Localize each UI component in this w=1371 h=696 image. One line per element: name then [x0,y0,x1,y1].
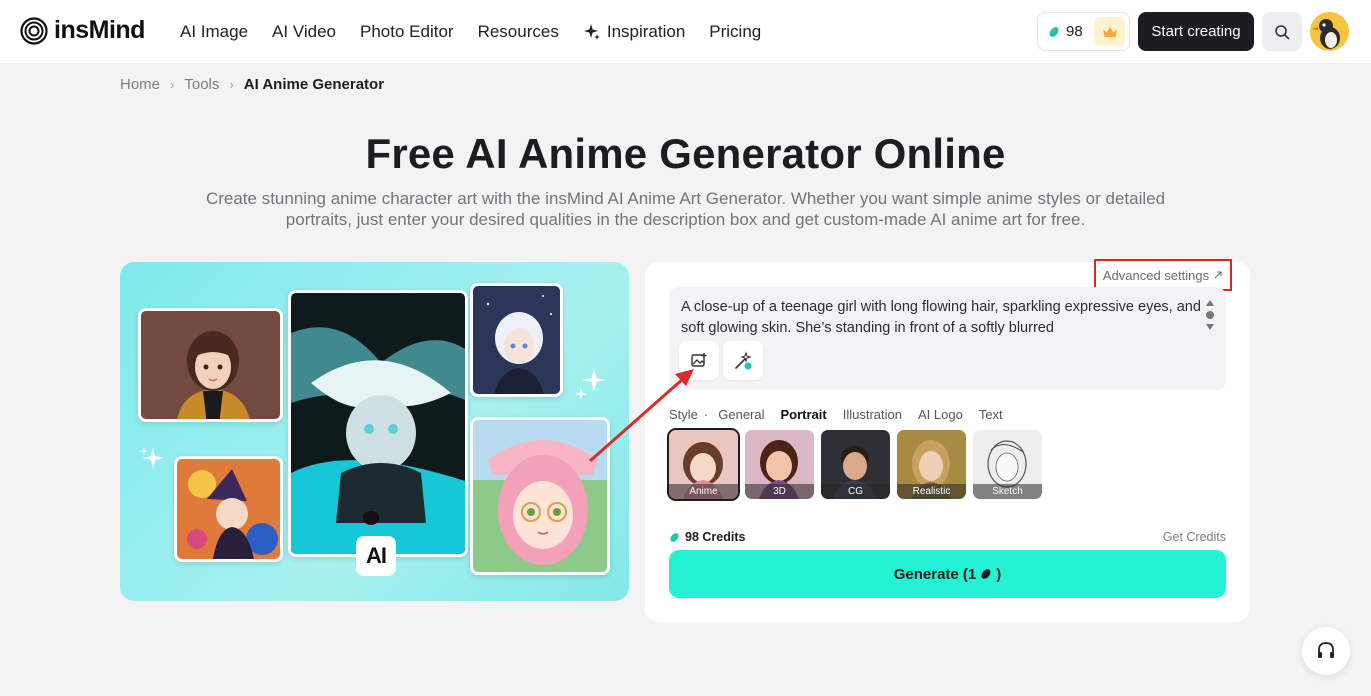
style-tabs: Style · General Portrait Illustration AI… [669,407,1019,422]
customer-support-button[interactable] [1302,627,1350,675]
start-creating-button[interactable]: Start creating [1138,12,1254,51]
chevron-right-icon: › [170,77,175,92]
style-caption: 3D [745,484,814,499]
external-arrow-icon [1214,271,1222,279]
tab-text[interactable]: Text [979,407,1003,422]
style-caption: Anime [669,484,738,499]
sample-image-pink-hair-girl [470,417,610,575]
credit-drop-icon [670,532,679,542]
nav-photo-editor[interactable]: Photo Editor [360,20,454,44]
logo[interactable]: insMind [20,16,145,45]
get-credits-link[interactable]: Get Credits [1163,530,1226,544]
image-add-icon [691,352,707,367]
ai-badge: AI [356,536,396,576]
nav-label: AI Video [272,22,337,41]
chevron-right-icon: › [229,77,234,92]
breadcrumb-home[interactable]: Home [120,76,160,93]
showcase-collage: AI [120,262,629,601]
tab-portrait[interactable]: Portrait [781,407,827,422]
nav-resources[interactable]: Resources [478,20,559,44]
nav-ai-video[interactable]: AI Video [272,20,336,44]
prompt-enhance-button[interactable] [723,341,763,380]
style-caption: CG [821,484,890,499]
credits-counter[interactable]: 98 [1037,12,1130,51]
main-nav: AI Image AI Video Photo Editor Resources… [180,20,785,44]
credits-balance-text: 98 Credits [685,530,746,544]
page-subtitle: Create stunning anime character art with… [205,189,1166,229]
sample-image-splash-boy [288,290,468,557]
breadcrumb-tools[interactable]: Tools [184,76,219,93]
upload-image-button[interactable] [679,341,719,380]
style-option-anime[interactable]: Anime [667,428,740,501]
breadcrumb-current: AI Anime Generator [243,76,385,93]
sparkle-icon [583,24,600,40]
credits-row: 98 Credits Get Credits [669,530,1226,544]
generate-button[interactable]: Generate (1 ) [669,550,1226,598]
tab-illustration[interactable]: Illustration [843,407,902,422]
scroll-down-icon[interactable] [1205,323,1215,331]
crown-icon [1102,26,1117,37]
tab-general[interactable]: General [718,407,764,422]
generate-label: Generate (1 [893,565,977,583]
nav-inspiration[interactable]: Inspiration [583,20,685,44]
search-icon [1275,24,1290,39]
nav-pricing[interactable]: Pricing [709,20,761,44]
sample-image-white-hair-boy [470,283,563,397]
advanced-settings-label: Advanced settings [1102,267,1210,283]
credits-count: 98 [1066,23,1083,40]
style-label: Style [669,407,698,422]
style-option-3d[interactable]: 3D [745,430,814,499]
style-caption: Realistic [897,484,966,499]
style-option-realistic[interactable]: Realistic [897,430,966,499]
generate-label-suffix: ) [996,565,1002,583]
nav-label: Inspiration [606,22,686,41]
credits-balance: 98 Credits [669,530,745,544]
avatar-image [1310,12,1349,51]
scroll-up-icon[interactable] [1205,299,1215,307]
premium-crown-button[interactable] [1094,17,1125,46]
sample-image-girl-portrait [138,308,283,422]
nav-label: AI Image [180,22,249,41]
headset-icon [1318,642,1334,658]
credit-drop-icon [981,569,991,579]
search-button[interactable] [1262,12,1302,51]
prompt-textarea[interactable]: A close-up of a teenage girl with long f… [669,287,1226,390]
logo-text: insMind [54,16,145,44]
nav-label: Pricing [709,22,762,41]
scroll-thumb[interactable] [1205,310,1215,320]
nav-label: Resources [477,22,559,41]
magic-enhance-icon [735,350,752,369]
prompt-text[interactable]: A close-up of a teenage girl with long f… [681,297,1201,339]
sample-image-witch-girl [174,456,283,562]
page-title: Free AI Anime Generator Online [365,130,1006,177]
style-option-cg[interactable]: CG [821,430,890,499]
breadcrumb: Home › Tools › AI Anime Generator [120,76,384,93]
nav-label: Photo Editor [360,22,454,41]
style-caption: Sketch [973,484,1042,499]
nav-ai-image[interactable]: AI Image [180,20,248,44]
tab-ai-logo[interactable]: AI Logo [918,407,963,422]
logo-icon [20,16,48,45]
sparkle-icon [575,368,606,400]
style-option-sketch[interactable]: Sketch [973,430,1042,499]
style-separator: · [703,407,709,422]
textarea-scrollbar[interactable] [1204,299,1216,331]
generator-panel: Advanced settings A close-up of a teenag… [645,259,1250,622]
user-avatar[interactable] [1310,12,1349,51]
style-options: Anime 3D CG Realistic Sketch [667,428,1042,501]
sparkle-icon [140,447,164,469]
top-header: insMind AI Image AI Video Photo Editor R… [0,0,1371,64]
credit-drop-icon [1049,26,1059,37]
